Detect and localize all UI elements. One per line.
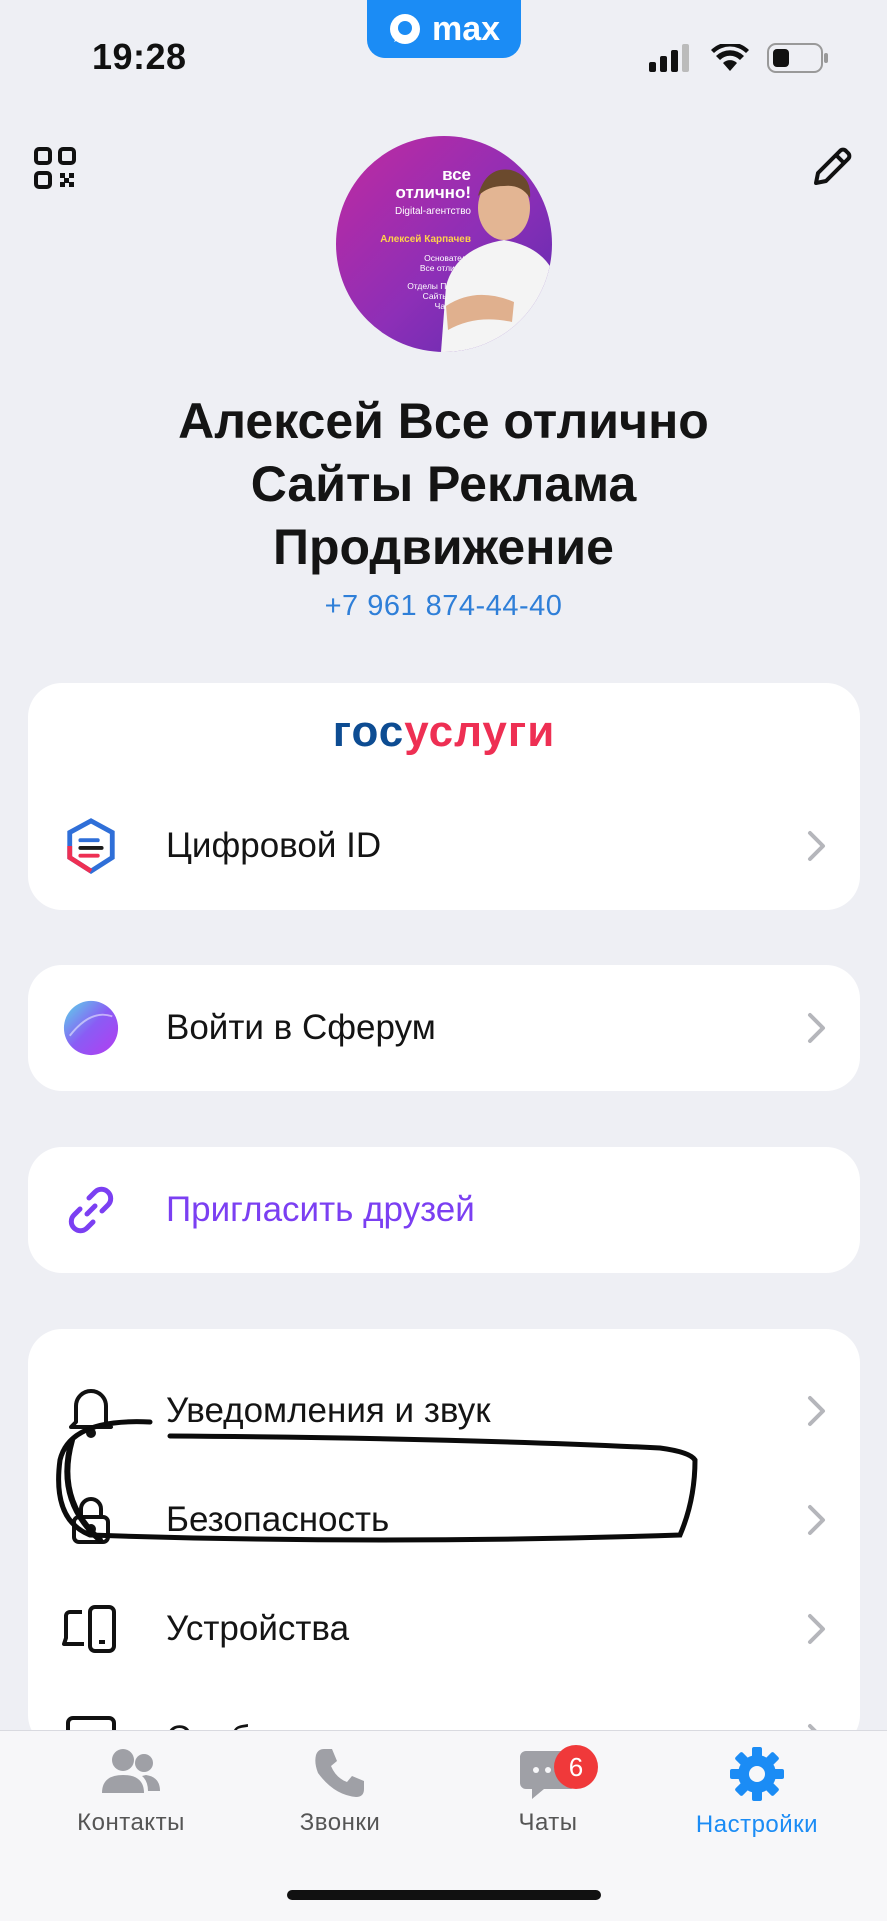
sferum-label: Войти в Сферум — [166, 1008, 436, 1047]
tab-label: Звонки — [299, 1809, 381, 1836]
profile-avatar[interactable]: все отлично! Digital-агентство Алексей К… — [336, 136, 552, 352]
profile-name-line: Продвижение — [273, 519, 614, 575]
invite-friends-row[interactable]: Пригласить друзей — [28, 1160, 860, 1260]
digital-id-icon — [62, 817, 120, 875]
gosuslugi-card: госуслуги Цифровой ID — [28, 683, 860, 910]
settings-item-label: Уведомления и звук — [166, 1391, 491, 1430]
chats-unread-badge: 6 — [554, 1745, 598, 1789]
settings-item-devices[interactable]: Устройства — [28, 1599, 860, 1659]
max-label: max — [431, 9, 501, 48]
devices-icon — [62, 1600, 120, 1658]
max-app-pill[interactable]: max — [367, 0, 521, 58]
sferum-row[interactable]: Войти в Сферум — [28, 978, 860, 1078]
avatar-person-photo — [441, 169, 552, 352]
gear-icon — [730, 1747, 784, 1801]
tab-label: Контакты — [77, 1809, 185, 1836]
tab-calls[interactable]: Звонки — [250, 1745, 430, 1837]
gosuslugi-logo-part1: гос — [332, 707, 405, 756]
digital-id-label: Цифровой ID — [166, 826, 382, 865]
signal-icon — [649, 44, 689, 72]
tab-settings[interactable]: Настройки — [667, 1745, 847, 1839]
invite-card: Пригласить друзей — [28, 1147, 860, 1273]
chevron-right-icon — [808, 1013, 825, 1043]
settings-item-security[interactable]: Безопасность — [28, 1490, 860, 1550]
profile-name-line: Сайты Реклама — [250, 456, 637, 512]
tab-label: Настройки — [695, 1811, 819, 1838]
profile-name: Алексей Все отлично Сайты Реклама Продви… — [0, 390, 887, 579]
wifi-icon — [711, 44, 749, 71]
bell-icon — [62, 1382, 120, 1440]
lock-icon — [62, 1491, 120, 1549]
phone-icon — [315, 1749, 364, 1797]
sferum-card: Войти в Сферум — [28, 965, 860, 1091]
edit-profile-button[interactable] — [806, 143, 856, 193]
settings-item-notifications[interactable]: Уведомления и звук — [28, 1381, 860, 1441]
status-icons — [649, 43, 829, 73]
gosuslugi-logo-part2: услуги — [404, 707, 556, 756]
home-indicator[interactable] — [287, 1890, 601, 1900]
profile-phone[interactable]: +7 961 874-44-40 — [0, 590, 887, 623]
pencil-icon — [814, 147, 852, 185]
digital-id-row[interactable]: Цифровой ID — [28, 796, 860, 896]
qr-code-button[interactable] — [30, 143, 80, 193]
contacts-icon — [102, 1749, 160, 1793]
sferum-icon — [62, 999, 120, 1057]
invite-friends-label: Пригласить друзей — [166, 1190, 475, 1229]
chevron-right-icon — [808, 831, 825, 861]
gosuslugi-logo: госуслуги — [28, 707, 860, 757]
settings-item-label: Безопасность — [166, 1500, 390, 1539]
profile-name-line: Алексей Все отлично — [178, 393, 709, 449]
max-logo-icon — [389, 14, 420, 44]
chevron-right-icon — [808, 1505, 825, 1535]
chevron-right-icon — [808, 1614, 825, 1644]
qr-code-icon — [34, 147, 76, 189]
status-time: 19:28 — [92, 36, 187, 77]
settings-item-label: Устройства — [166, 1609, 350, 1648]
battery-icon — [767, 43, 828, 73]
settings-card: Уведомления и звук Безопасность Устройст… — [28, 1329, 860, 1762]
link-icon — [62, 1181, 120, 1239]
tab-label: Чаты — [518, 1809, 578, 1836]
tab-contacts[interactable]: Контакты — [41, 1745, 221, 1837]
tab-chats[interactable]: 6 Чаты — [458, 1745, 638, 1837]
chevron-right-icon — [808, 1396, 825, 1426]
